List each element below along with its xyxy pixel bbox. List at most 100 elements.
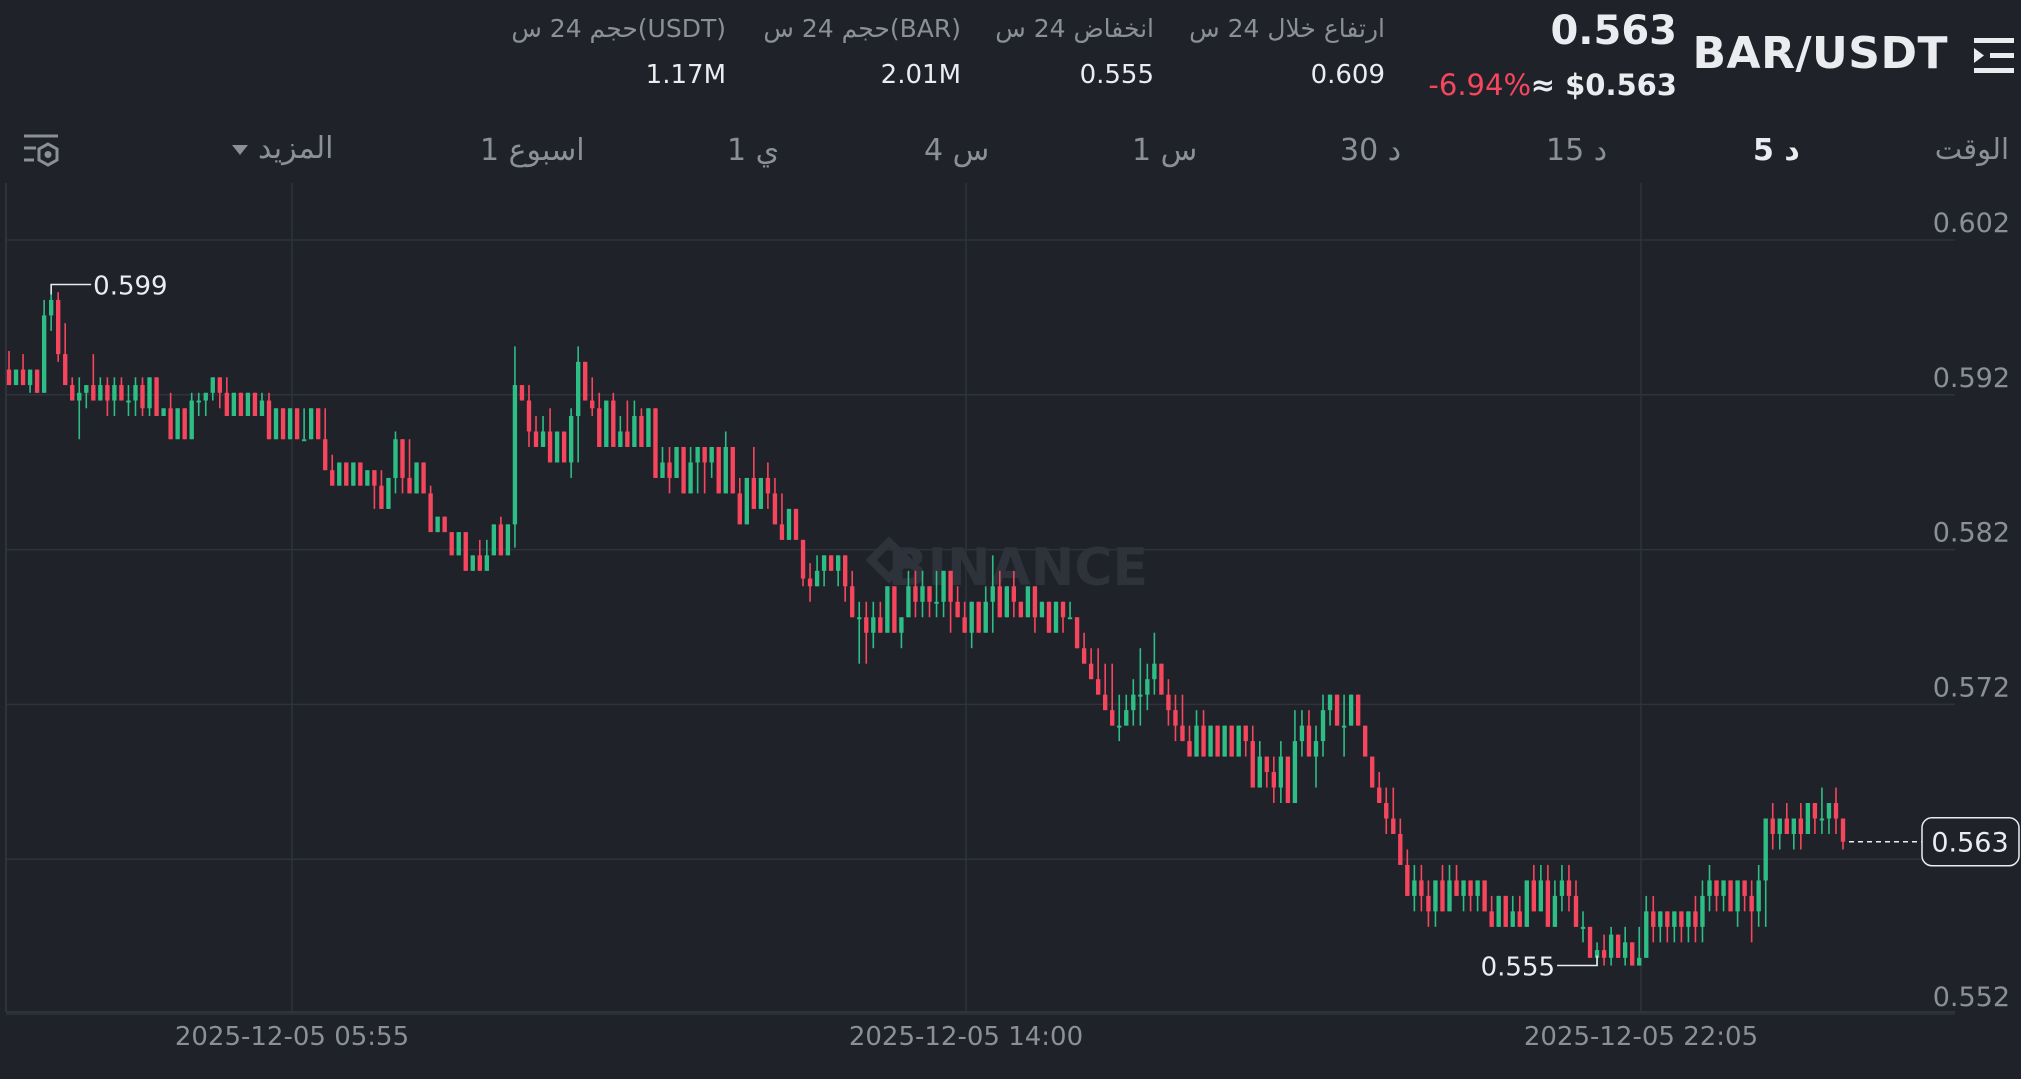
candle-body	[1545, 880, 1551, 927]
candle	[1355, 694, 1361, 726]
candle	[1756, 864, 1761, 927]
x-tick-label: 2025-12-05 14:00	[849, 1022, 1083, 1052]
candle	[575, 346, 581, 463]
candle-body	[983, 601, 988, 633]
candlestick-chart[interactable]: BINANCE 0.5990.5550.563 0.6020.5920.5820…	[0, 0, 2021, 1079]
candle-body	[1236, 725, 1241, 757]
candle	[1686, 911, 1691, 943]
candle-body	[976, 601, 981, 633]
candle	[1173, 694, 1178, 742]
candle	[1580, 911, 1586, 943]
candle-body	[1053, 601, 1059, 633]
candle	[1812, 803, 1818, 834]
candle	[1791, 818, 1796, 850]
candle	[695, 446, 700, 494]
candle-body	[6, 369, 12, 386]
candle-body	[1278, 756, 1284, 788]
candle	[765, 462, 771, 509]
candle-body	[1608, 934, 1614, 958]
candle-body	[709, 446, 714, 463]
candle-body	[1264, 756, 1269, 773]
candle	[1362, 725, 1368, 757]
candle	[1517, 895, 1522, 927]
candle-body	[1665, 911, 1670, 927]
candle-body	[1370, 756, 1375, 788]
candle-body	[48, 299, 54, 316]
candle	[407, 439, 412, 494]
candle	[1103, 663, 1108, 711]
candle-body	[730, 446, 735, 494]
candle-body	[1524, 880, 1529, 927]
candle-body	[547, 431, 553, 463]
candle-body	[456, 532, 461, 556]
candle	[456, 532, 461, 556]
candle-body	[442, 516, 447, 533]
candle	[702, 446, 707, 494]
candle	[1180, 694, 1185, 742]
candle-body	[828, 555, 834, 571]
candle	[1327, 694, 1333, 726]
candle-body	[1517, 911, 1522, 927]
candle-body	[210, 377, 215, 393]
candle-body	[63, 354, 68, 386]
candle-body	[1159, 663, 1164, 695]
candle-body	[604, 400, 609, 447]
y-axis: 0.602 0.592 0.582 0.572 0.552	[1933, 208, 2010, 1013]
candle	[301, 408, 307, 442]
candle	[210, 377, 215, 401]
candle	[1278, 741, 1284, 804]
candle-body	[70, 385, 75, 401]
candle	[723, 431, 728, 494]
candle-body	[189, 400, 194, 440]
candle-body	[301, 439, 307, 442]
candle-body	[505, 524, 511, 556]
candle	[892, 586, 897, 633]
candle	[20, 354, 26, 386]
candle	[1826, 803, 1832, 834]
candle-body	[941, 570, 946, 602]
candle	[1742, 880, 1747, 912]
x-tick-label: 2025-12-05 22:05	[1524, 1022, 1758, 1052]
y-tick-label: 0.582	[1933, 518, 2010, 549]
candle-body	[1433, 880, 1438, 912]
candle-body	[660, 462, 665, 478]
candle-body	[800, 539, 806, 579]
candle	[1644, 895, 1649, 958]
candle-body	[112, 385, 117, 401]
candle	[1201, 710, 1206, 757]
candle	[41, 299, 47, 393]
candle-body	[358, 462, 363, 486]
candle	[463, 532, 468, 571]
candle-body	[1384, 803, 1389, 819]
candle	[245, 392, 251, 417]
candle-body	[1721, 880, 1726, 896]
candle-body	[1103, 694, 1108, 711]
candle-body	[618, 431, 623, 447]
candle-body	[1011, 586, 1017, 602]
candle	[203, 392, 208, 417]
candle-body	[625, 431, 630, 447]
candle-body	[1215, 725, 1220, 757]
candle-body	[1180, 725, 1185, 742]
candle	[1334, 694, 1340, 726]
candle	[547, 408, 553, 463]
candle-body	[393, 439, 398, 478]
candle-body	[13, 369, 19, 386]
candle-body	[843, 555, 848, 587]
candle-body	[1587, 926, 1593, 958]
candle	[287, 408, 293, 440]
candle	[189, 392, 194, 440]
candle-body	[667, 462, 672, 478]
candle-body	[470, 555, 475, 571]
y-tick-label: 0.552	[1933, 982, 2010, 1013]
candle	[800, 539, 806, 587]
candle-body	[512, 385, 518, 525]
candle	[1152, 632, 1157, 695]
candle-body	[1791, 818, 1796, 834]
candle	[1496, 895, 1501, 927]
candle-body	[161, 408, 166, 417]
candle-body	[1552, 895, 1558, 927]
candle-body	[611, 400, 616, 447]
candle-body	[414, 462, 419, 494]
candle-body	[1201, 725, 1206, 757]
